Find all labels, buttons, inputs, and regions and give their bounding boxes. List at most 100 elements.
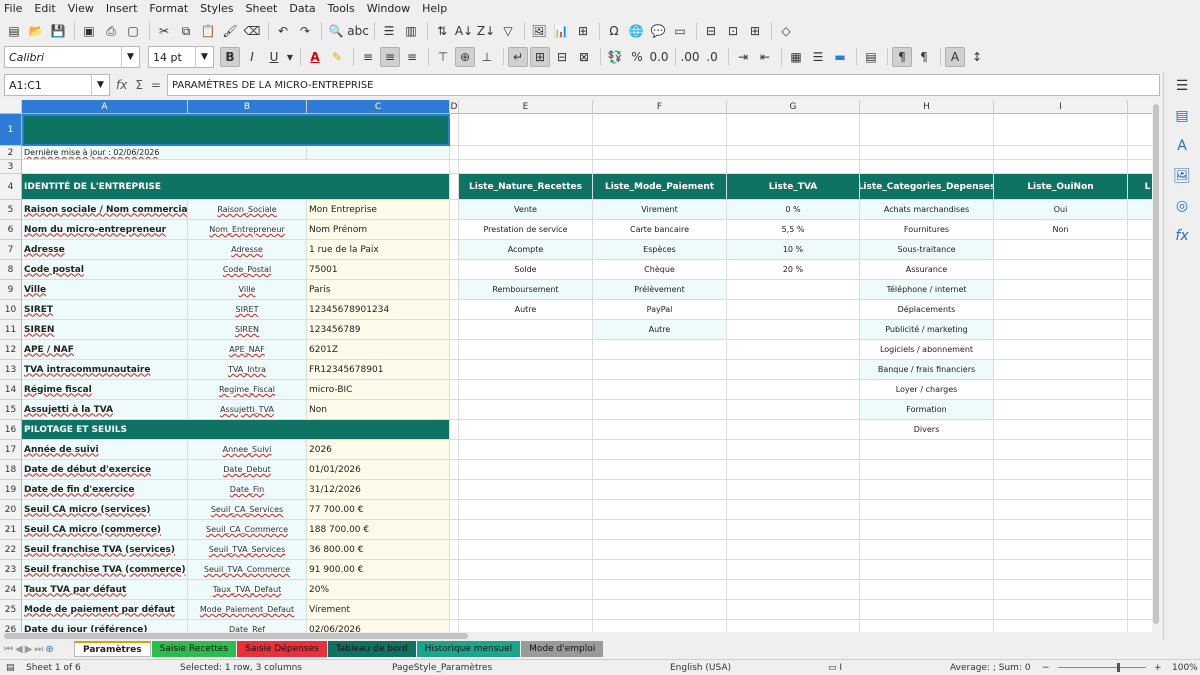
grid-cell[interactable] [450,340,459,360]
list-item-category[interactable]: Formation [860,400,994,420]
grid-cell[interactable] [450,400,459,420]
hyperlink-icon[interactable]: 🌐 [626,21,646,41]
grid-cell[interactable] [593,380,727,400]
list-item-ouinon[interactable]: Oui [994,200,1128,220]
grid-cell[interactable] [994,260,1128,280]
grid-cell[interactable] [860,540,994,560]
clone-formatting-icon[interactable]: 🖌 [220,21,240,41]
align-center-icon[interactable]: ≡ [380,47,400,67]
grid-cell[interactable] [593,420,727,440]
grid-cell[interactable] [593,480,727,500]
underline-icon[interactable]: U [264,47,284,67]
param-key[interactable]: Assujetti_TVA [188,400,307,420]
properties-icon[interactable]: ▤ [1175,108,1188,124]
selection-mode-icon[interactable]: ▭ I [828,663,842,673]
align-middle-icon[interactable]: ⊕ [455,47,475,67]
grid-cell[interactable] [593,500,727,520]
grid-cell[interactable] [459,480,593,500]
menu-help[interactable]: Help [422,2,447,15]
cut-icon[interactable]: ✂ [154,21,174,41]
column-header-g[interactable]: G [727,100,860,114]
column-header-c[interactable]: C [307,100,450,114]
param-value[interactable]: 123456789 [307,320,450,340]
list-item-category[interactable]: Fournitures [860,220,994,240]
row-header-25[interactable]: 25 [0,600,22,620]
param-value[interactable]: micro-BIC [307,380,450,400]
menu-file[interactable]: File [4,2,22,15]
column-header-f[interactable]: F [593,100,727,114]
comment-icon[interactable]: 💬 [648,21,668,41]
param-value[interactable]: 6201Z [307,340,450,360]
grid-cell[interactable] [727,500,860,520]
grid-cell[interactable] [459,460,593,480]
param-key[interactable]: Annee_Suivi [188,440,307,460]
grid-cell[interactable] [459,400,593,420]
grid-cell[interactable] [860,500,994,520]
param-label[interactable]: Raison sociale / Nom commercial [22,200,188,220]
list-item-tva[interactable]: 20 % [727,260,860,280]
save-icon[interactable]: 💾 [48,21,68,41]
list-item-ouinon[interactable]: Non [994,220,1128,240]
new-document-icon[interactable]: ▤ [4,21,24,41]
grid-cell[interactable] [727,480,860,500]
row-header-16[interactable]: 16 [0,420,22,440]
grid-cell[interactable] [450,560,459,580]
pivot-table-icon[interactable]: ⊞ [573,21,593,41]
column-header-h[interactable]: H [860,100,994,114]
redo-icon[interactable]: ↷ [295,21,315,41]
grid-cell[interactable] [727,380,860,400]
grid-cell[interactable] [459,600,593,620]
grid-cell[interactable] [459,340,593,360]
param-key[interactable]: Adresse [188,240,307,260]
param-label[interactable]: Régime fiscal [22,380,188,400]
grid-cell[interactable] [450,440,459,460]
list-item-category[interactable]: Logiciels / abonnement [860,340,994,360]
grid-cell[interactable] [727,360,860,380]
menu-data[interactable]: Data [289,2,315,15]
zoom-out-icon[interactable]: − [1042,663,1050,673]
grid-cell[interactable] [994,600,1128,620]
font-name-box[interactable]: Calibri ▼ [4,46,140,68]
list-header-4[interactable]: Liste_OuiNon [994,174,1128,200]
param-label[interactable]: Année de suivi [22,440,188,460]
grid-cell[interactable] [860,146,994,160]
list-item-nature[interactable]: Vente [459,200,593,220]
list-header-1[interactable]: Liste_Mode_Paiement [593,174,727,200]
row-header-8[interactable]: 8 [0,260,22,280]
param-key[interactable]: Seuil_TVA_Services [188,540,307,560]
param-label[interactable]: APE / NAF [22,340,188,360]
grid-cell[interactable] [459,360,593,380]
param-value[interactable]: 77 700.00 € [307,500,450,520]
find-replace-icon[interactable]: 🔍 [326,21,346,41]
param-key[interactable]: TVA_Intra [188,360,307,380]
italic-icon[interactable]: I [242,47,262,67]
grid-cell[interactable] [459,146,593,160]
row-header-1[interactable]: 1 [0,114,22,146]
text-direction-ltr-icon[interactable]: ¶ [892,47,912,67]
menu-insert[interactable]: Insert [106,2,138,15]
row-header-2[interactable]: 2 [0,146,22,160]
list-item-nature[interactable]: Acompte [459,240,593,260]
param-value[interactable]: 02/06/2026 [307,620,450,632]
row-header-3[interactable]: 3 [0,160,22,174]
grid-cell[interactable] [450,520,459,540]
grid-cell[interactable] [727,560,860,580]
param-value[interactable]: Virement [307,600,450,620]
grid-cell[interactable] [459,320,593,340]
grid-cell[interactable] [593,540,727,560]
formula-input[interactable]: PARAMÈTRES DE LA MICRO-ENTREPRISE [166,74,1160,96]
grid-cell[interactable] [450,360,459,380]
percent-icon[interactable]: % [627,47,647,67]
font-color-icon[interactable]: A [305,47,325,67]
param-key[interactable]: Ville [188,280,307,300]
column-header-e[interactable]: E [459,100,593,114]
grid-cell[interactable] [994,114,1128,146]
list-item-mode[interactable]: PayPal [593,300,727,320]
param-key[interactable]: Regime_Fiscal [188,380,307,400]
grid-cell[interactable] [727,520,860,540]
param-label[interactable]: Assujetti à la TVA [22,400,188,420]
param-label[interactable]: Seuil franchise TVA (services) [22,540,188,560]
param-label[interactable]: Seuil CA micro (services) [22,500,188,520]
grid-cell[interactable] [450,580,459,600]
list-item-tva[interactable]: 0 % [727,200,860,220]
